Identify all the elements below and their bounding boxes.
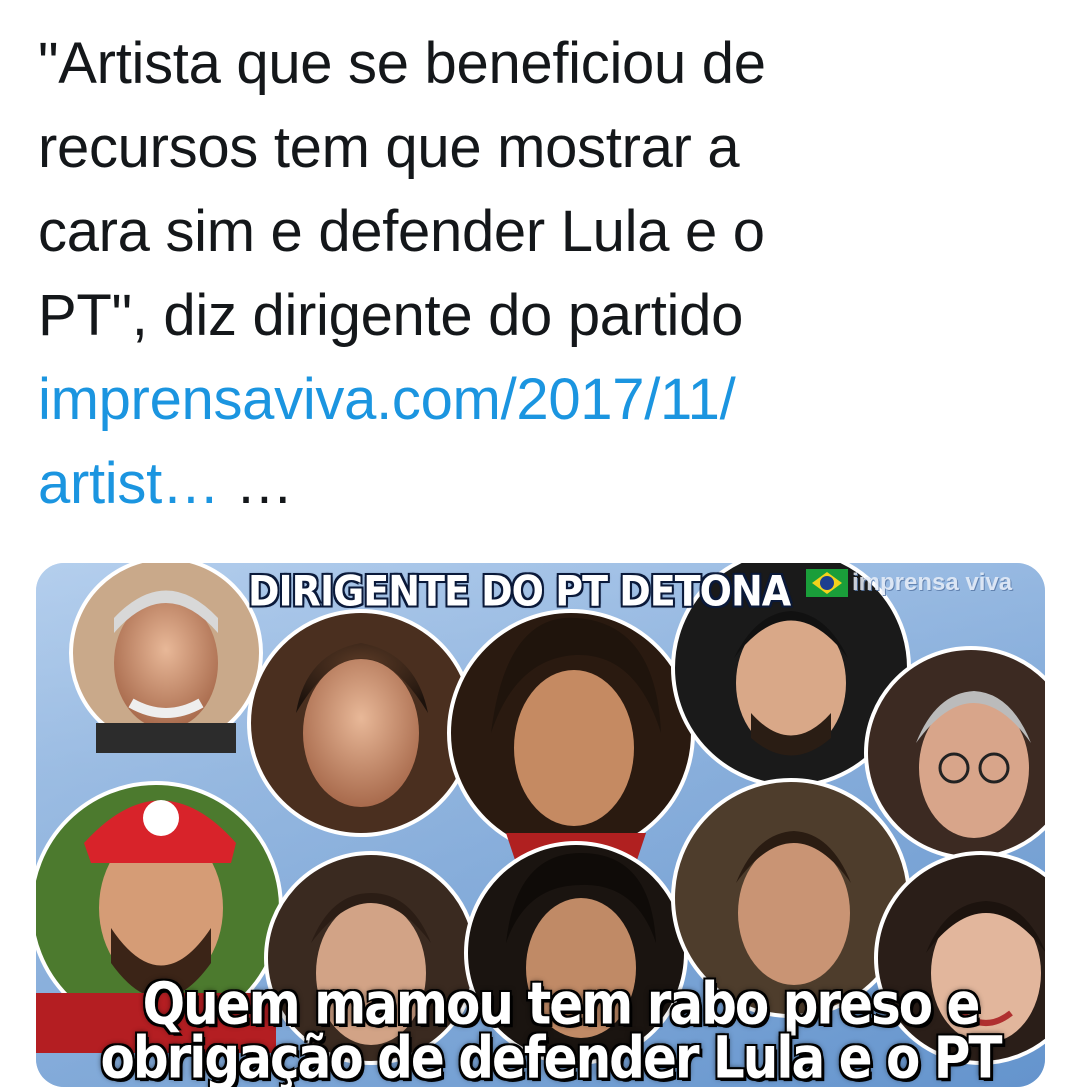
tweet-ellipsis: … [219,451,294,516]
tweet-media-image[interactable]: DIRIGENTE DO PT DETONA imprensa viva Que… [36,563,1045,1087]
portrait-icon [69,563,263,753]
tweet-text-line: "Artista que se beneficiou de [38,31,766,96]
tweet-text-line: recursos tem que mostrar a [38,115,740,180]
brand-name: imprensa viva [852,569,1013,596]
portrait-icon [247,609,475,837]
tweet-text-line: cara sim e defender Lula e o [38,199,765,264]
tweet-link[interactable]: imprensaviva.com/2017/11/ [38,358,1038,442]
media-caption-line: obrigação de defender Lula e o PT [100,1024,1002,1087]
brand-watermark: imprensa viva [806,569,1012,597]
tweet-link-continued[interactable]: artist… [38,451,220,516]
brazil-flag-icon [806,569,848,597]
media-headline: DIRIGENTE DO PT DETONA [248,567,791,616]
tweet-text: "Artista que se beneficiou de recursos t… [38,22,1038,526]
tweet-text-line: PT", diz dirigente do partido [38,283,744,348]
